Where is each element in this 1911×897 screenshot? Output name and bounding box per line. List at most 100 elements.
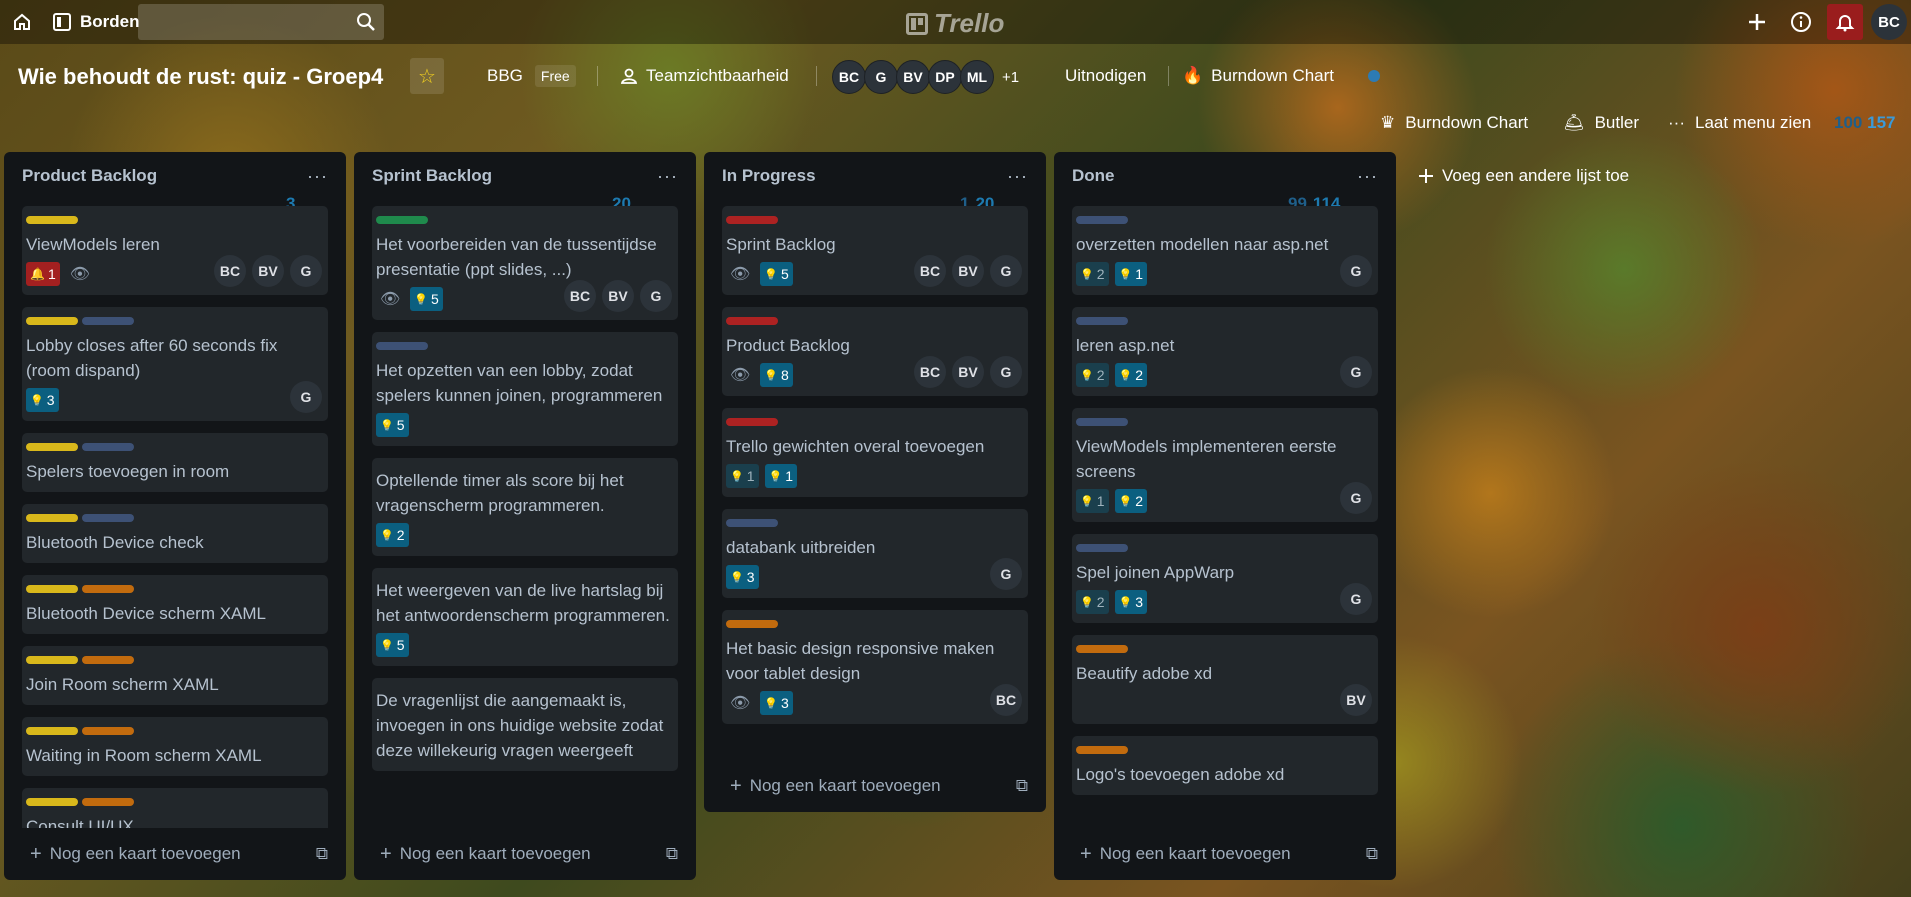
add-card-button[interactable]: + Nog een kaart toevoegen ⧉ xyxy=(4,828,346,880)
member-avatar[interactable]: BV xyxy=(952,255,984,287)
label-orange[interactable] xyxy=(1076,645,1128,653)
powerup-status-button[interactable] xyxy=(1368,58,1380,94)
list-menu-button[interactable]: ··· xyxy=(1007,166,1028,206)
card[interactable]: Join Room scherm XAML xyxy=(22,646,328,705)
card[interactable]: Bluetooth Device scherm XAML xyxy=(22,575,328,634)
member-avatar[interactable]: G xyxy=(1340,482,1372,514)
member-avatar[interactable]: BV xyxy=(1340,684,1372,716)
member-avatar[interactable]: G xyxy=(290,381,322,413)
template-card-icon[interactable]: ⧉ xyxy=(316,844,328,864)
add-card-button[interactable]: + Nog een kaart toevoegen ⧉ xyxy=(704,760,1046,812)
label-red[interactable] xyxy=(726,418,778,426)
card[interactable]: Waiting in Room scherm XAML xyxy=(22,717,328,776)
boards-button[interactable]: Borden xyxy=(44,6,148,38)
member-avatar[interactable]: G xyxy=(990,255,1022,287)
card[interactable]: Trello gewichten overal toevoegen 💡 1 💡 1 xyxy=(722,408,1028,497)
workspace-button[interactable]: BBG Free xyxy=(487,58,576,94)
label-yellow[interactable] xyxy=(26,317,78,325)
member-avatar[interactable]: G xyxy=(1340,356,1372,388)
board-title[interactable]: Wie behoudt de rust: quiz - Groep4 xyxy=(18,64,383,90)
label-yellow[interactable] xyxy=(26,798,78,806)
label-orange[interactable] xyxy=(82,585,134,593)
add-card-action[interactable]: + Nog een kaart toevoegen xyxy=(730,775,941,798)
label-red[interactable] xyxy=(726,317,778,325)
home-button[interactable] xyxy=(6,6,38,38)
template-card-icon[interactable]: ⧉ xyxy=(1016,776,1028,796)
label-yellow[interactable] xyxy=(26,585,78,593)
list-title[interactable]: Done xyxy=(1072,166,1115,206)
label-orange[interactable] xyxy=(726,620,778,628)
add-card-action[interactable]: + Nog een kaart toevoegen xyxy=(380,843,591,866)
label-yellow[interactable] xyxy=(26,216,78,224)
label-blue[interactable] xyxy=(82,443,134,451)
member-avatar[interactable]: G xyxy=(290,255,322,287)
add-card-button[interactable]: + Nog een kaart toevoegen ⧉ xyxy=(354,828,696,880)
label-orange[interactable] xyxy=(82,727,134,735)
list-title[interactable]: In Progress xyxy=(722,166,816,206)
member-avatar[interactable]: BC xyxy=(914,255,946,287)
burndown-chart-button[interactable]: ♛ Burndown Chart xyxy=(1380,105,1528,141)
star-button[interactable]: ☆ xyxy=(410,58,444,94)
member-avatar[interactable]: G xyxy=(1340,255,1372,287)
label-blue[interactable] xyxy=(726,519,778,527)
label-yellow[interactable] xyxy=(26,727,78,735)
label-yellow[interactable] xyxy=(26,443,78,451)
card[interactable]: Het opzetten van een lobby, zodat speler… xyxy=(372,332,678,446)
template-card-icon[interactable]: ⧉ xyxy=(1366,844,1378,864)
card[interactable]: De vragenlijst die aangemaakt is, invoeg… xyxy=(372,678,678,771)
member-avatar[interactable]: BV xyxy=(896,60,930,94)
card[interactable]: Product Backlog 👁 💡 8 BC BV G xyxy=(722,307,1028,396)
member-avatar[interactable]: BC xyxy=(832,60,866,94)
label-blue[interactable] xyxy=(1076,216,1128,224)
card[interactable]: Het voorbereiden van de tussentijdse pre… xyxy=(372,206,678,320)
add-card-action[interactable]: + Nog een kaart toevoegen xyxy=(1080,843,1291,866)
member-avatar[interactable]: BV xyxy=(602,280,634,312)
card[interactable]: Optellende timer als score bij het vrage… xyxy=(372,458,678,556)
butler-button[interactable]: 🛎 Butler xyxy=(1563,105,1639,141)
member-avatar[interactable]: BC xyxy=(564,280,596,312)
label-blue[interactable] xyxy=(1076,317,1128,325)
card[interactable]: ViewModels leren 🔔 1 👁 BC BV G xyxy=(22,206,328,295)
show-menu-button[interactable]: ··· Laat menu zien xyxy=(1668,105,1811,141)
member-avatar[interactable]: BC xyxy=(990,684,1022,716)
notifications-button[interactable] xyxy=(1827,4,1863,40)
member-avatar[interactable]: G xyxy=(864,60,898,94)
trello-logo[interactable]: Trello xyxy=(906,8,1004,39)
card[interactable]: Het weergeven van de live hartslag bij h… xyxy=(372,568,678,666)
template-card-icon[interactable]: ⧉ xyxy=(666,844,678,864)
label-blue[interactable] xyxy=(376,342,428,350)
label-green[interactable] xyxy=(376,216,428,224)
invite-button[interactable]: Uitnodigen xyxy=(1065,58,1146,94)
label-blue[interactable] xyxy=(82,317,134,325)
card[interactable]: Spelers toevoegen in room xyxy=(22,433,328,492)
member-avatar[interactable]: BV xyxy=(952,356,984,388)
card[interactable]: ViewModels implementeren eerste screens 💡… xyxy=(1072,408,1378,522)
info-button[interactable] xyxy=(1783,4,1819,40)
member-avatar[interactable]: G xyxy=(640,280,672,312)
label-orange[interactable] xyxy=(82,798,134,806)
card[interactable]: overzetten modellen naar asp.net 💡 2 💡 1 G xyxy=(1072,206,1378,295)
search-button[interactable] xyxy=(350,6,382,38)
visibility-button[interactable]: Teamzichtbaarheid xyxy=(620,58,789,94)
list-title[interactable]: Product Backlog xyxy=(22,166,157,206)
member-avatar[interactable]: G xyxy=(990,558,1022,590)
member-avatar[interactable]: G xyxy=(990,356,1022,388)
card[interactable]: Lobby closes after 60 seconds fix (room … xyxy=(22,307,328,421)
label-yellow[interactable] xyxy=(26,514,78,522)
add-card-button[interactable]: + Nog een kaart toevoegen ⧉ xyxy=(1054,828,1396,880)
more-members-count[interactable]: +1 xyxy=(1002,69,1019,86)
card[interactable]: Bluetooth Device check xyxy=(22,504,328,563)
add-list-button[interactable]: Voeg een andere lijst toe xyxy=(1418,166,1629,186)
burndown-powerup-button[interactable]: 🔥 Burndown Chart xyxy=(1182,58,1334,94)
label-red[interactable] xyxy=(726,216,778,224)
member-avatar[interactable]: G xyxy=(1340,583,1372,615)
card[interactable]: Beautify adobe xd BV xyxy=(1072,635,1378,724)
label-blue[interactable] xyxy=(82,514,134,522)
list-menu-button[interactable]: ··· xyxy=(307,166,328,206)
label-orange[interactable] xyxy=(82,656,134,664)
member-avatar[interactable]: BV xyxy=(252,255,284,287)
label-blue[interactable] xyxy=(1076,418,1128,426)
member-avatar[interactable]: DP xyxy=(928,60,962,94)
card[interactable]: Logo's toevoegen adobe xd xyxy=(1072,736,1378,795)
list-menu-button[interactable]: ··· xyxy=(657,166,678,206)
